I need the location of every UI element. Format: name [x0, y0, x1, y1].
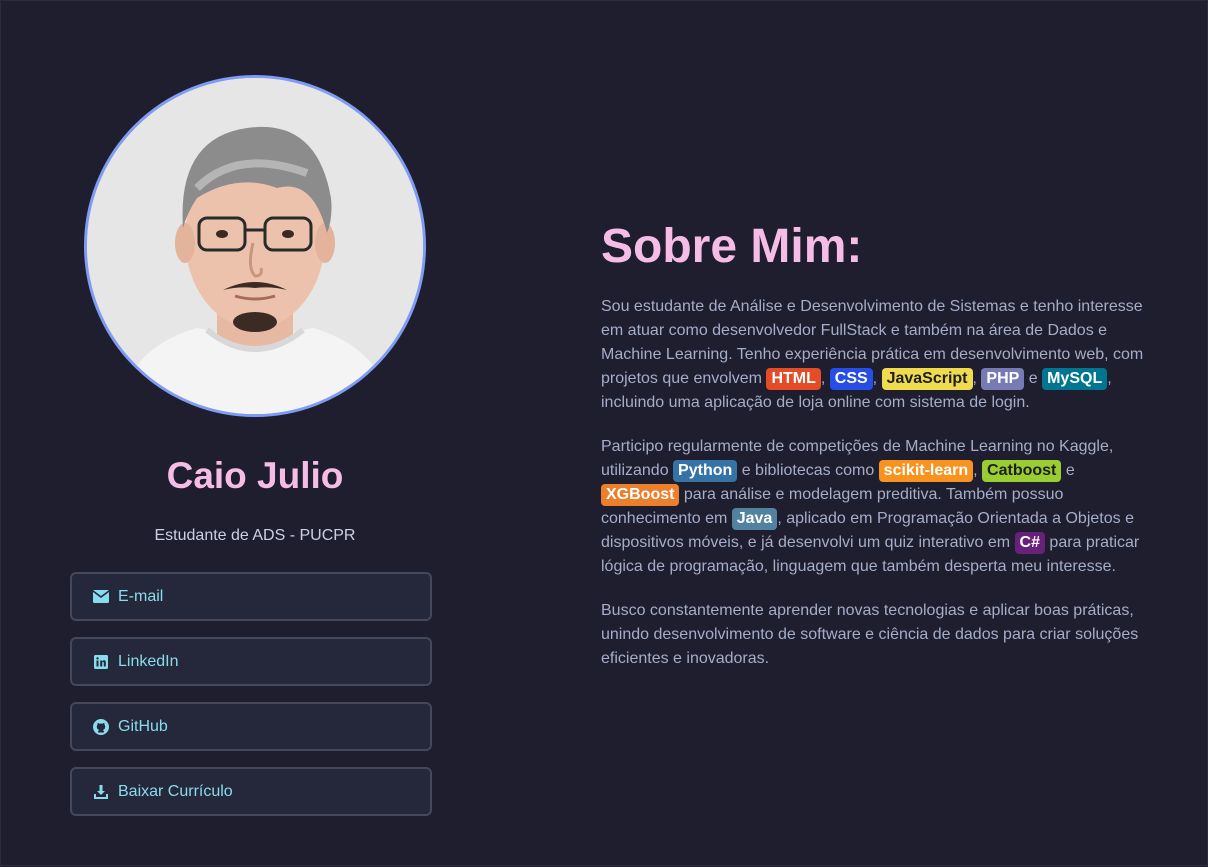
envelope-icon: [92, 588, 109, 605]
profile-name: Caio Julio: [166, 455, 344, 496]
github-button[interactable]: GitHub: [70, 702, 432, 751]
about-p1-sep-4: e: [1024, 370, 1043, 387]
about-p2-sep-2: ,: [973, 462, 983, 479]
linkedin-icon: [92, 653, 109, 670]
tech-tag-php: PHP: [981, 368, 1025, 390]
tech-tag-java: Java: [731, 508, 778, 530]
about-section: Sobre Mim: Sou estudante de Análise e De…: [601, 217, 1146, 691]
about-title: Sobre Mim:: [601, 220, 863, 273]
profile-photo-illustration: [87, 78, 423, 414]
tech-tag-javascript: JavaScript: [881, 368, 973, 390]
download-icon: [92, 783, 109, 800]
tech-tag-catboost: Catboost: [982, 460, 1062, 482]
email-label: E-mail: [118, 587, 164, 605]
download-resume-label: Baixar Currículo: [118, 782, 233, 800]
linkedin-button[interactable]: LinkedIn: [70, 637, 432, 686]
tech-tag-scikit-learn: scikit-learn: [878, 460, 974, 482]
contact-links: E-mail LinkedIn GitHub Baixar Currículo: [70, 572, 432, 832]
about-p1-sep-2: ,: [872, 370, 882, 387]
about-paragraph-2: Participo regularmente de competições de…: [601, 435, 1146, 579]
about-p2-sep-3: e: [1061, 462, 1075, 479]
about-p1-sep-3: ,: [972, 370, 982, 387]
about-paragraph-1: Sou estudante de Análise e Desenvolvimen…: [601, 295, 1146, 415]
tech-tag-mysql: MySQL: [1042, 368, 1108, 390]
profile-panel: Caio Julio Estudante de ADS - PUCPR E-ma…: [1, 1, 509, 867]
about-p1-sep-1: ,: [820, 370, 830, 387]
profile-subtitle: Estudante de ADS - PUCPR: [154, 527, 356, 544]
email-button[interactable]: E-mail: [70, 572, 432, 621]
download-resume-button[interactable]: Baixar Currículo: [70, 767, 432, 816]
linkedin-label: LinkedIn: [118, 652, 179, 670]
profile-photo: [84, 75, 426, 417]
github-label: GitHub: [118, 717, 168, 735]
tech-tag-python: Python: [673, 460, 738, 482]
about-paragraph-3: Busco constantemente aprender novas tecn…: [601, 602, 1139, 667]
tech-tag-css: CSS: [829, 368, 873, 390]
tech-tag-csharp: C#: [1014, 532, 1045, 554]
github-icon: [92, 718, 109, 735]
about-p2-sep-1: e bibliotecas como: [737, 462, 879, 479]
tech-tag-xgboost: XGBoost: [601, 484, 680, 506]
tech-tag-html: HTML: [766, 368, 821, 390]
